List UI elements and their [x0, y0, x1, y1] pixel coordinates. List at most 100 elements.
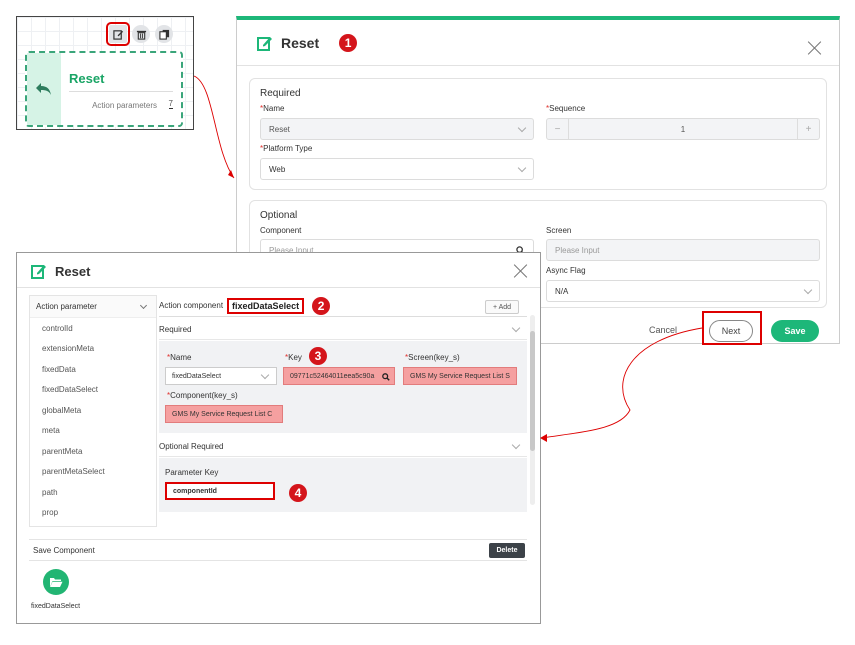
- sequence-stepper[interactable]: − 1 +: [546, 118, 820, 140]
- component-key-value: GMS My Service Request List C: [172, 410, 273, 418]
- sidebar-item-parentMetaSelect[interactable]: parentMetaSelect: [30, 462, 156, 483]
- edit-node-button[interactable]: [106, 22, 130, 46]
- action-component-value[interactable]: fixedDataSelect: [227, 297, 305, 314]
- param-name-value: fixedDataSelect: [172, 372, 222, 380]
- screen-label: Screen: [546, 226, 572, 235]
- action-parameter-list: Action parameter controlId extensionMeta…: [29, 295, 157, 527]
- name-select[interactable]: Reset: [260, 118, 534, 140]
- marker-4-badge: 4: [289, 484, 307, 502]
- screen-key-input[interactable]: GMS My Service Request List S: [403, 367, 517, 385]
- close-icon[interactable]: [513, 263, 529, 279]
- component-key-label-text: Component(key_s): [170, 391, 238, 400]
- parameter-key-value: componentId: [173, 487, 217, 495]
- node-action-params-label: Action parameters: [92, 101, 157, 110]
- key-label: *Key: [285, 353, 302, 362]
- search-icon[interactable]: [382, 373, 390, 381]
- chevron-down-icon: [260, 370, 270, 380]
- sequence-label-text: Sequence: [549, 104, 586, 113]
- node-divider: [69, 91, 173, 92]
- small-dialog-title: Reset: [55, 263, 91, 279]
- trash-icon: [136, 30, 146, 40]
- component-label: Component: [260, 226, 302, 235]
- name-label: *Name: [260, 104, 285, 113]
- key-input[interactable]: 09771c52464011eea5c90a: [283, 367, 395, 385]
- node-action-params-count[interactable]: 7: [168, 99, 173, 109]
- parameter-key-input[interactable]: componentId: [165, 482, 275, 500]
- screen-key-value: GMS My Service Request List S: [410, 372, 510, 380]
- optional-required-title: Optional Required: [159, 442, 224, 451]
- edit-icon: [31, 265, 46, 279]
- edit-icon: [112, 29, 123, 40]
- screen-key-label-text: Screen(key_s): [408, 353, 460, 362]
- sidebar-item-extensionMeta[interactable]: extensionMeta: [30, 339, 156, 360]
- cancel-button[interactable]: Cancel: [649, 325, 677, 335]
- component-key-label: *Component(key_s): [167, 391, 238, 400]
- marker-2-badge: 2: [312, 296, 331, 315]
- node-title: Reset: [69, 71, 105, 86]
- scrollbar-thumb[interactable]: [530, 331, 535, 451]
- add-button[interactable]: + Add: [485, 300, 519, 314]
- folder-open-icon: [50, 578, 63, 587]
- next-highlight-frame: [702, 311, 762, 345]
- platform-type-select[interactable]: Web: [260, 158, 534, 180]
- chevron-down-icon: [517, 123, 527, 133]
- parameter-key-label: Parameter Key: [165, 468, 219, 477]
- action-parameter-dialog: Reset Action parameter controlId extensi…: [16, 252, 541, 624]
- delete-node-button[interactable]: [132, 25, 150, 43]
- param-name-label: *Name: [167, 353, 192, 362]
- sidebar-item-parentMeta[interactable]: parentMeta: [30, 441, 156, 462]
- optional-section-title: Optional: [260, 210, 298, 221]
- sidebar-item-meta[interactable]: meta: [30, 421, 156, 442]
- sidebar-item-path[interactable]: path: [30, 482, 156, 503]
- marker-1-badge: 1: [339, 33, 358, 52]
- param-name-label-text: Name: [170, 353, 192, 362]
- action-parameter-header[interactable]: Action parameter: [30, 296, 156, 318]
- action-parameter-header-label: Action parameter: [36, 302, 97, 311]
- action-parameter-detail: Action component fixedDataSelect 2 + Add…: [159, 295, 539, 527]
- dialog-header: Reset 1: [237, 20, 839, 66]
- increment-button[interactable]: +: [797, 119, 819, 139]
- required-accordion-title: Required: [159, 325, 192, 334]
- header-divider: [17, 287, 540, 288]
- sidebar-item-globalMeta[interactable]: globalMeta: [30, 400, 156, 421]
- required-section: Required *Name Reset *Sequence − 1 + *Pl…: [249, 78, 827, 190]
- decrement-button[interactable]: −: [547, 119, 569, 139]
- delete-button[interactable]: Delete: [489, 543, 525, 558]
- sidebar-item-prop[interactable]: prop: [30, 503, 156, 524]
- sequence-label: *Sequence: [546, 104, 586, 113]
- sidebar-item-fixedDataSelect[interactable]: fixedDataSelect: [30, 380, 156, 401]
- undo-arrow-icon: [36, 83, 51, 95]
- marker-3-badge: 3: [309, 347, 327, 365]
- sidebar-item-fixedData[interactable]: fixedData: [30, 359, 156, 380]
- chevron-down-icon: [517, 163, 527, 173]
- name-label-text: Name: [263, 104, 285, 113]
- edit-icon: [257, 36, 272, 51]
- param-name-select[interactable]: fixedDataSelect: [165, 367, 277, 385]
- async-flag-select[interactable]: N/A: [546, 280, 820, 302]
- chevron-down-icon: [511, 440, 521, 450]
- node-icon-area: [27, 53, 61, 125]
- arrowhead-2: [540, 434, 547, 442]
- screen-placeholder: Please Input: [555, 245, 600, 255]
- saved-component-item[interactable]: [43, 569, 69, 595]
- close-icon[interactable]: [807, 40, 823, 56]
- sequence-value: 1: [680, 124, 686, 134]
- node-toolbar: [106, 22, 173, 46]
- dialog-title: Reset: [281, 34, 320, 51]
- small-dialog-header: Reset: [31, 263, 90, 279]
- copy-node-button[interactable]: [155, 25, 173, 43]
- screen-input[interactable]: Please Input: [546, 239, 820, 261]
- action-node-card[interactable]: Reset Action parameters 7: [25, 51, 183, 127]
- save-component-label: Save Component: [33, 545, 95, 555]
- async-flag-label: Async Flag: [546, 266, 586, 275]
- action-component-row: Action component fixedDataSelect 2 + Add: [159, 295, 527, 317]
- chevron-down-icon: [803, 285, 813, 295]
- sidebar-item-controlId[interactable]: controlId: [30, 318, 156, 339]
- arrowhead-1: [228, 170, 234, 178]
- save-button[interactable]: Save: [771, 320, 819, 342]
- component-key-input[interactable]: GMS My Service Request List C: [165, 405, 283, 423]
- platform-type-value: Web: [269, 164, 286, 174]
- workflow-canvas: Reset Action parameters 7: [16, 16, 194, 130]
- required-accordion-header[interactable]: Required: [159, 320, 527, 340]
- optional-required-accordion-header[interactable]: Optional Required: [159, 437, 527, 457]
